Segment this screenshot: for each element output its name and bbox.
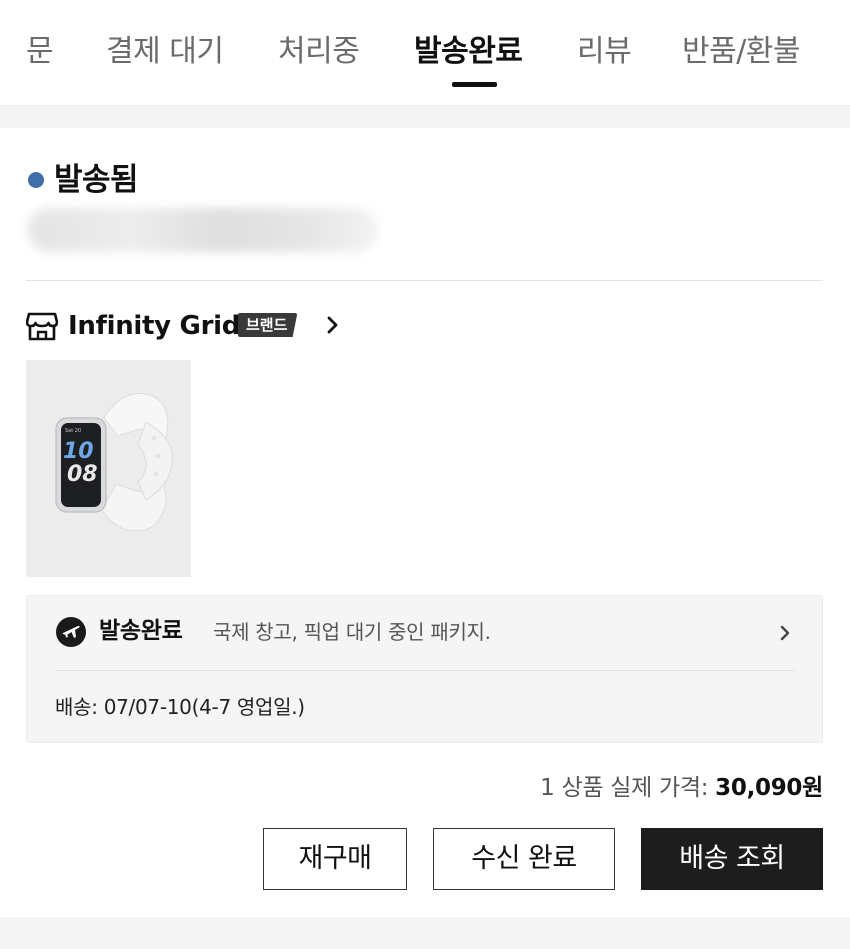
tab-awaiting-payment[interactable]: 결제 대기 bbox=[106, 32, 224, 72]
track-shipment-button[interactable]: 배송 조회 bbox=[641, 828, 823, 890]
section-separator bbox=[0, 106, 850, 128]
confirm-received-button[interactable]: 수신 완료 bbox=[433, 828, 615, 890]
store-name[interactable]: Infinity Grid bbox=[68, 308, 240, 344]
order-status-title: 발송됨 bbox=[54, 162, 139, 198]
shipping-status-card[interactable]: 발송완료 국제 창고, 픽업 대기 중인 패키지. 배송: 07/07-10(4… bbox=[26, 595, 823, 743]
watch-minutes: 08 bbox=[67, 462, 98, 487]
product-thumbnail[interactable]: Sat 20 10 08 bbox=[26, 360, 191, 577]
shipping-status-label: 발송완료 bbox=[99, 618, 183, 644]
tab-shipped[interactable]: 발송완료 bbox=[414, 32, 523, 72]
airplane-icon bbox=[56, 617, 86, 647]
active-tab-indicator bbox=[452, 82, 497, 87]
chevron-right-icon[interactable] bbox=[324, 313, 342, 337]
tab-review[interactable]: 리뷰 bbox=[577, 32, 632, 72]
price-label: 1 상품 실제 가격: bbox=[540, 775, 716, 801]
tab-all-orders[interactable]: 문 bbox=[26, 32, 54, 72]
section-separator bbox=[0, 917, 850, 949]
shipping-status-description: 국제 창고, 픽업 대기 중인 패키지. bbox=[213, 620, 491, 644]
watch-hours: 10 bbox=[63, 439, 94, 464]
redacted-order-info bbox=[28, 208, 378, 252]
actual-price-line: 1 상품 실제 가격: 30,090원 bbox=[540, 772, 823, 804]
smartwatch-image: Sat 20 10 08 bbox=[55, 393, 173, 532]
watch-date: Sat 20 bbox=[65, 428, 81, 434]
divider bbox=[55, 670, 795, 671]
rebuy-button[interactable]: 재구매 bbox=[263, 828, 407, 890]
delivery-estimate: 배송: 07/07-10(4-7 영업일.) bbox=[55, 695, 305, 719]
tab-processing[interactable]: 처리중 bbox=[278, 32, 360, 72]
store-icon bbox=[26, 312, 58, 341]
tab-return-refund[interactable]: 반품/환불 bbox=[682, 32, 801, 72]
chevron-right-icon[interactable] bbox=[777, 622, 793, 644]
divider bbox=[26, 280, 823, 281]
order-status-tabs: 문 결제 대기 처리중 발송완료 리뷰 반품/환불 bbox=[0, 0, 850, 106]
brand-badge: 브랜드 bbox=[238, 313, 298, 337]
price-amount: 30,090원 bbox=[715, 775, 823, 801]
status-dot bbox=[28, 172, 44, 188]
